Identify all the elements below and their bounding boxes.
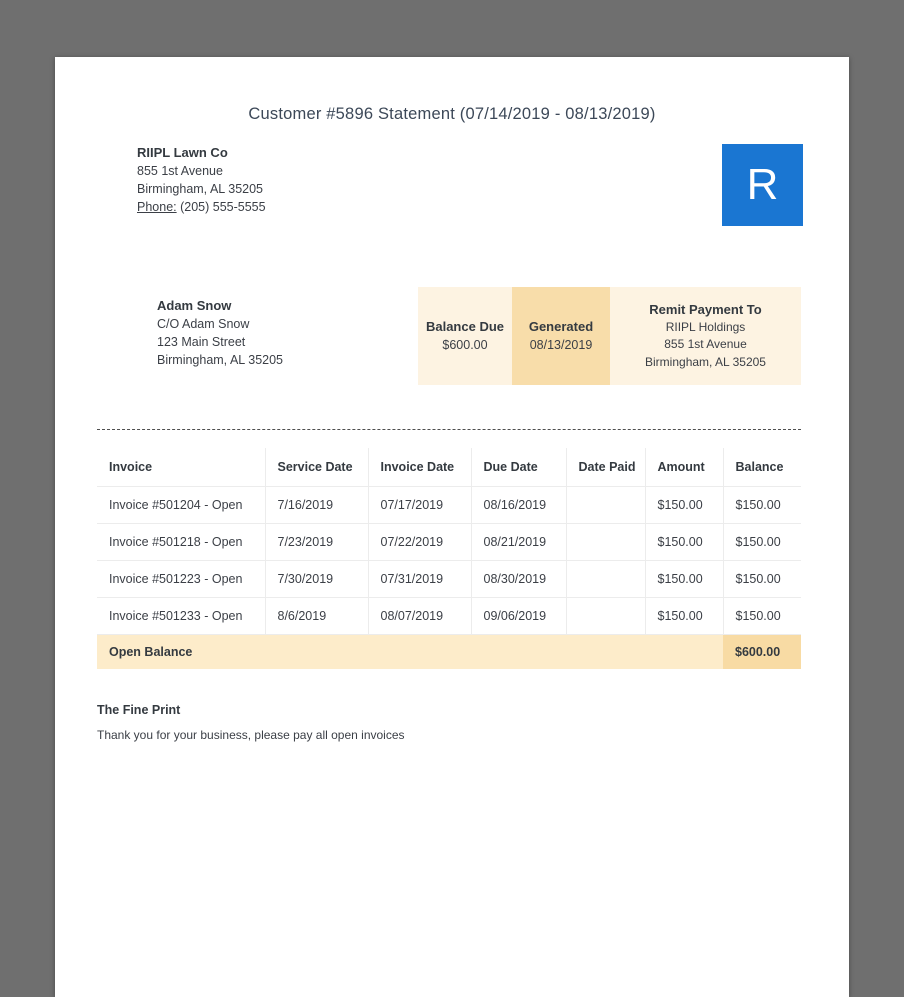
col-header-invoice: Invoice (97, 448, 266, 487)
dashed-divider (97, 429, 801, 430)
customer-info: Adam Snow C/O Adam Snow 123 Main Street … (157, 297, 283, 369)
logo-letter: R (746, 160, 779, 209)
invoice-table: Invoice Service Date Invoice Date Due Da… (97, 448, 801, 669)
billing-summary-row: Adam Snow C/O Adam Snow 123 Main Street … (55, 287, 849, 385)
fine-print-text: Thank you for your business, please pay … (97, 728, 405, 742)
phone-number: (205) 555-5555 (180, 200, 266, 214)
balance-due-box: Balance Due $600.00 (418, 287, 512, 385)
table-header-row: Invoice Service Date Invoice Date Due Da… (97, 448, 801, 487)
cell-amount: $150.00 (645, 560, 724, 598)
generated-value: 08/13/2019 (529, 338, 593, 352)
phone-label: Phone: (137, 200, 177, 214)
cell-invoice-date: 07/22/2019 (368, 523, 472, 561)
page-title: Customer #5896 Statement (07/14/2019 - 0… (248, 105, 656, 123)
col-header-date-paid: Date Paid (566, 448, 646, 487)
company-address-line2: Birmingham, AL 35205 (137, 182, 264, 196)
cell-amount: $150.00 (645, 597, 724, 635)
remit-address-line1: 855 1st Avenue (664, 337, 747, 352)
remit-name: RIIPL Holdings (665, 319, 746, 334)
cell-balance: $150.00 (723, 560, 801, 598)
statement-page: Customer #5896 Statement (07/14/2019 - 0… (55, 57, 849, 997)
company-address-line1: 855 1st Avenue (137, 164, 223, 178)
col-header-balance: Balance (723, 448, 801, 487)
cell-invoice: Invoice #501233 - Open (97, 597, 266, 635)
cell-balance: $150.00 (723, 486, 801, 524)
cell-balance: $150.00 (723, 597, 801, 635)
customer-care-of: C/O Adam Snow (157, 317, 250, 331)
customer-name: Adam Snow (157, 298, 232, 313)
remit-payment-box: Remit Payment To RIIPL Holdings 855 1st … (610, 287, 801, 385)
cell-due-date: 09/06/2019 (471, 597, 567, 635)
table-row: Invoice #501233 - Open 8/6/2019 08/07/20… (97, 597, 801, 635)
col-header-amount: Amount (645, 448, 724, 487)
cell-service-date: 7/30/2019 (265, 560, 369, 598)
customer-address-line2: Birmingham, AL 35205 (157, 353, 284, 367)
generated-box: Generated 08/13/2019 (512, 287, 610, 385)
col-header-due-date: Due Date (471, 448, 567, 487)
open-balance-row: Open Balance $600.00 (97, 634, 801, 669)
cell-date-paid (566, 560, 646, 598)
cell-invoice: Invoice #501223 - Open (97, 560, 266, 598)
cell-date-paid (566, 486, 646, 524)
cell-invoice-date: 07/31/2019 (368, 560, 472, 598)
company-phone-line: Phone: (205) 555-5555 (137, 198, 266, 216)
company-header-row: RIIPL Lawn Co 855 1st Avenue Birmingham,… (55, 144, 849, 226)
summary-boxes: Balance Due $600.00 Generated 08/13/2019… (418, 287, 801, 385)
viewer-background: { "header": { "title": "Customer #5896 S… (0, 0, 904, 997)
remit-address-line2: Birmingham, AL 35205 (645, 354, 766, 369)
cell-date-paid (566, 597, 646, 635)
open-balance-value: $600.00 (723, 634, 801, 669)
col-header-service-date: Service Date (265, 448, 369, 487)
company-info: RIIPL Lawn Co 855 1st Avenue Birmingham,… (137, 144, 266, 216)
cell-balance: $150.00 (723, 523, 801, 561)
cell-invoice: Invoice #501204 - Open (97, 486, 266, 524)
balance-due-label: Balance Due (425, 319, 505, 334)
fine-print-section: The Fine Print Thank you for your busine… (97, 703, 801, 742)
cell-service-date: 7/16/2019 (265, 486, 369, 524)
cell-amount: $150.00 (645, 486, 724, 524)
table-row: Invoice #501218 - Open 7/23/2019 07/22/2… (97, 523, 801, 561)
cell-due-date: 08/21/2019 (471, 523, 567, 561)
cell-invoice-date: 08/07/2019 (368, 597, 472, 635)
company-name: RIIPL Lawn Co (137, 145, 228, 160)
customer-address-line1: 123 Main Street (157, 335, 246, 349)
cell-due-date: 08/30/2019 (471, 560, 567, 598)
generated-label: Generated (528, 319, 594, 334)
table-row: Invoice #501204 - Open 7/16/2019 07/17/2… (97, 486, 801, 524)
balance-due-value: $600.00 (442, 338, 488, 352)
remit-label: Remit Payment To (649, 301, 762, 317)
col-header-invoice-date: Invoice Date (368, 448, 472, 487)
cell-invoice: Invoice #501218 - Open (97, 523, 266, 561)
fine-print-title: The Fine Print (97, 703, 181, 717)
company-logo: R (722, 144, 803, 226)
cell-service-date: 8/6/2019 (265, 597, 369, 635)
cell-service-date: 7/23/2019 (265, 523, 369, 561)
cell-due-date: 08/16/2019 (471, 486, 567, 524)
open-balance-label: Open Balance (97, 634, 723, 669)
cell-invoice-date: 07/17/2019 (368, 486, 472, 524)
table-row: Invoice #501223 - Open 7/30/2019 07/31/2… (97, 560, 801, 598)
cell-date-paid (566, 523, 646, 561)
cell-amount: $150.00 (645, 523, 724, 561)
